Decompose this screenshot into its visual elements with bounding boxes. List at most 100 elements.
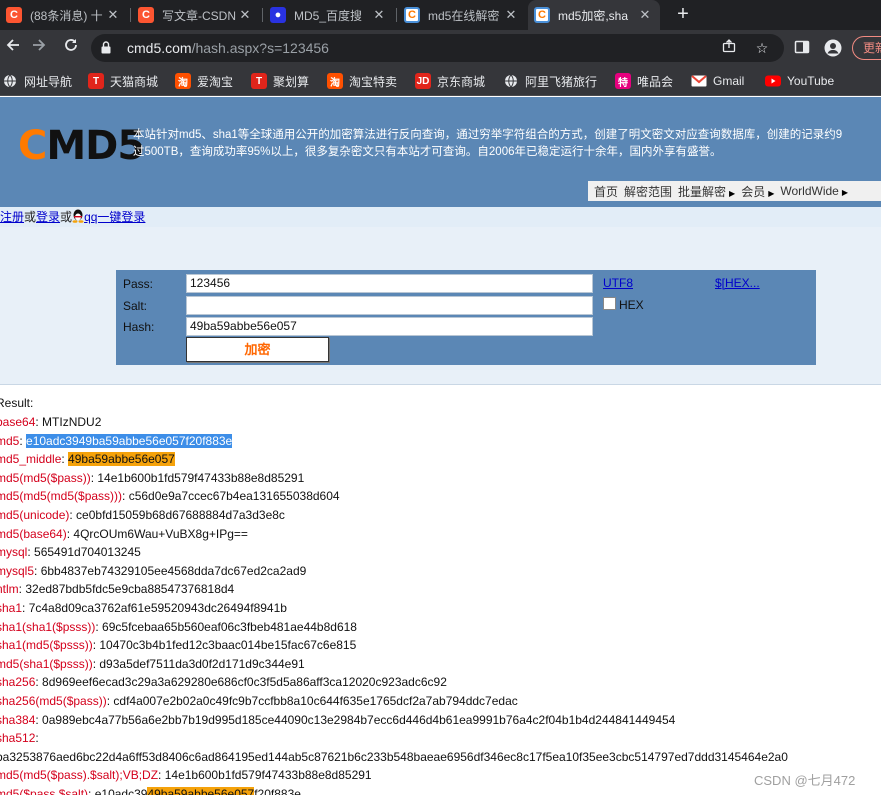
- salt-input[interactable]: [186, 296, 593, 315]
- result-value[interactable]: 0a989ebc4a77b56a6e2bb7b19d995d185ce44090…: [42, 713, 675, 727]
- result-value-highlight[interactable]: e10adc3949ba59abbe56e057f20f883e: [26, 433, 233, 448]
- baidu-paw-icon: ●: [270, 7, 286, 23]
- browser-tab[interactable]: C (88条消息) 十 ✕: [0, 0, 128, 30]
- result-value[interactable]: 565491d704013245: [34, 545, 141, 559]
- result-value[interactable]: MTIzNDU2: [42, 415, 101, 429]
- close-tab-icon[interactable]: ✕: [370, 7, 388, 23]
- qq-login-link[interactable]: qq一键登录: [84, 210, 145, 224]
- bookmark-item[interactable]: YouTube: [765, 72, 834, 90]
- csdn-favicon-icon: C: [6, 7, 22, 23]
- result-key: md5(md5(md5($pass))): [0, 489, 123, 504]
- result-value[interactable]: 7c4a8d09ca3762af61e59520943dc26494f8941b: [29, 601, 287, 615]
- menu-member[interactable]: 会员 ▶: [741, 183, 774, 200]
- bookmark-item[interactable]: 特 唯品会: [615, 72, 673, 90]
- results-panel: Result: base64: MTIzNDU2md5: e10adc3949b…: [0, 384, 881, 795]
- result-row: md5(base64): 4QrcOUm6Wau+VuBX8g+IPg==: [0, 525, 248, 543]
- pass-input[interactable]: 123456: [186, 274, 593, 293]
- result-value[interactable]: c56d0e9a7ccec67b4ea131655038d604: [129, 489, 340, 503]
- result-value[interactable]: 8d969eef6ecad3c29a3a629280e686cf0c3f5d5a…: [42, 675, 447, 689]
- bookmark-item[interactable]: 网址导航: [2, 72, 72, 90]
- forward-arrow-icon[interactable]: [28, 37, 50, 59]
- result-value[interactable]: 6bb4837eb74329105ee4568dda7dc67ed2ca2ad9: [41, 564, 307, 578]
- tab-title: (88条消息) 十: [30, 8, 103, 23]
- vip-icon: 特: [615, 73, 631, 89]
- result-value[interactable]: ba3253876aed6bc22d4a6ff53d8406c6ad864195…: [0, 750, 788, 764]
- bookmark-item[interactable]: T 天猫商城: [88, 72, 158, 90]
- csdn-watermark: CSDN @七月472: [754, 773, 856, 788]
- result-value[interactable]: 14e1b600b1fd579f47433b88e8d85291: [97, 471, 304, 485]
- browser-tab[interactable]: C md5在线解密 ✕: [398, 0, 526, 30]
- bookmark-item[interactable]: 淘 淘宝特卖: [327, 72, 397, 90]
- result-key: sha1(sha1($psss)): [0, 619, 96, 634]
- bookmark-label: 淘宝特卖: [349, 74, 398, 89]
- login-link[interactable]: 登录: [36, 210, 60, 224]
- menu-batch-decrypt[interactable]: 批量解密 ▶: [678, 183, 735, 200]
- reload-icon[interactable]: [60, 37, 82, 59]
- bookmark-item[interactable]: 阿里飞猪旅行: [503, 72, 597, 90]
- register-link[interactable]: 注册: [0, 210, 24, 224]
- bookmark-item[interactable]: T 聚划算: [251, 72, 309, 90]
- result-value[interactable]: d93a5def7511da3d0f2d171d9c344e91: [99, 657, 304, 671]
- result-value[interactable]: cdf4a007e2b02a0c49fc9b7ccfbb8a10c644f635…: [113, 694, 517, 708]
- result-value[interactable]: ce0bfd15059b68d67688884d7a3d3e8c: [76, 508, 285, 522]
- update-browser-button[interactable]: 更新: [852, 36, 881, 60]
- result-value-highlight[interactable]: 49ba59abbe56e057: [147, 787, 255, 795]
- result-title: Result:: [0, 396, 34, 410]
- back-arrow-icon[interactable]: [2, 37, 24, 59]
- cmd5-logo[interactable]: CMD5: [18, 123, 145, 169]
- result-row: md5(md5(md5($pass))): c56d0e9a7ccec67b4e…: [0, 487, 340, 505]
- site-description-line1: 本站针对md5、sha1等全球通用公开的加密算法进行反向查询，通过穷举字符组合的…: [133, 129, 843, 141]
- result-value[interactable]: 14e1b600b1fd579f47433b88e8d85291: [165, 768, 372, 782]
- tab-title: MD5_百度搜: [294, 8, 363, 23]
- close-tab-icon[interactable]: ✕: [236, 7, 254, 23]
- browser-tab-strip: C (88条消息) 十 ✕ C 写文章-CSDN ✕ ● MD5_百度搜 ✕ C…: [0, 0, 881, 30]
- result-value[interactable]: 4QrcOUm6Wau+VuBX8g+IPg==: [73, 527, 248, 541]
- utf8-link[interactable]: UTF8: [603, 276, 633, 290]
- tab-separator: [130, 8, 131, 22]
- address-bar[interactable]: cmd5.com/hash.aspx?s=123456 ☆: [91, 34, 784, 62]
- browser-tab[interactable]: ● MD5_百度搜 ✕: [264, 0, 394, 30]
- side-panel-icon[interactable]: [793, 39, 811, 57]
- bookmark-item[interactable]: Gmail: [691, 72, 744, 90]
- browser-tab[interactable]: C 写文章-CSDN ✕: [132, 0, 260, 30]
- bookmark-label: YouTube: [787, 74, 835, 88]
- taobao-icon: 淘: [327, 73, 343, 89]
- tab-title: md5在线解密: [428, 8, 500, 23]
- result-value[interactable]: e10adc39: [95, 787, 148, 795]
- close-tab-icon[interactable]: ✕: [502, 7, 520, 23]
- menu-decrypt-range[interactable]: 解密范围: [624, 183, 672, 200]
- close-tab-icon[interactable]: ✕: [104, 7, 122, 23]
- address-url[interactable]: cmd5.com/hash.aspx?s=123456: [127, 40, 329, 56]
- result-value[interactable]: 69c5fcebaa65b560eaf06c3fbeb481ae44b8d618: [102, 620, 357, 634]
- result-value[interactable]: 32ed87bdb5fdc5e9cba88547376818d4: [25, 582, 234, 596]
- hex-checkbox[interactable]: [603, 297, 616, 310]
- bookmark-star-icon[interactable]: ☆: [753, 39, 771, 57]
- menu-home[interactable]: 首页: [594, 183, 618, 200]
- browser-tab-active[interactable]: C md5加密,sha ✕: [528, 0, 660, 30]
- new-tab-plus-icon[interactable]: +: [671, 3, 695, 27]
- result-value[interactable]: f20f883e: [254, 787, 301, 795]
- result-value[interactable]: 10470c3b4b1fed12c3baac014be15fac67c6e815: [99, 638, 356, 652]
- bookmark-item[interactable]: 淘 爱淘宝: [175, 72, 233, 90]
- menu-worldwide[interactable]: WorldWide ▶: [780, 184, 848, 198]
- page-content: CMD5 本站针对md5、sha1等全球通用公开的加密算法进行反向查询，通过穷举…: [0, 97, 881, 795]
- or-text: 或: [60, 210, 73, 224]
- result-row: sha1(md5($psss)): 10470c3b4b1fed12c3baac…: [0, 636, 356, 654]
- result-value-highlight[interactable]: 49ba59abbe56e057: [68, 452, 175, 467]
- profile-avatar-icon[interactable]: [824, 39, 842, 57]
- hash-output-field[interactable]: 49ba59abbe56e057: [186, 317, 593, 336]
- encrypt-button[interactable]: 加密: [186, 337, 329, 362]
- bookmark-label: 唯品会: [637, 74, 674, 89]
- tmall-icon: T: [251, 73, 267, 89]
- hex-link[interactable]: $[HEX...: [715, 276, 760, 290]
- qq-penguin-icon: [72, 209, 84, 223]
- lock-icon[interactable]: [101, 41, 111, 54]
- close-tab-icon[interactable]: ✕: [636, 7, 654, 23]
- result-colon: :: [34, 563, 41, 578]
- result-row: mysql: 565491d704013245: [0, 543, 141, 561]
- bookmark-item[interactable]: JD 京东商城: [415, 72, 485, 90]
- url-path: /hash.aspx?s=123456: [191, 40, 329, 56]
- share-icon[interactable]: [720, 39, 738, 57]
- bookmark-label: Gmail: [713, 74, 745, 88]
- result-key: md5(md5($pass)): [0, 470, 91, 485]
